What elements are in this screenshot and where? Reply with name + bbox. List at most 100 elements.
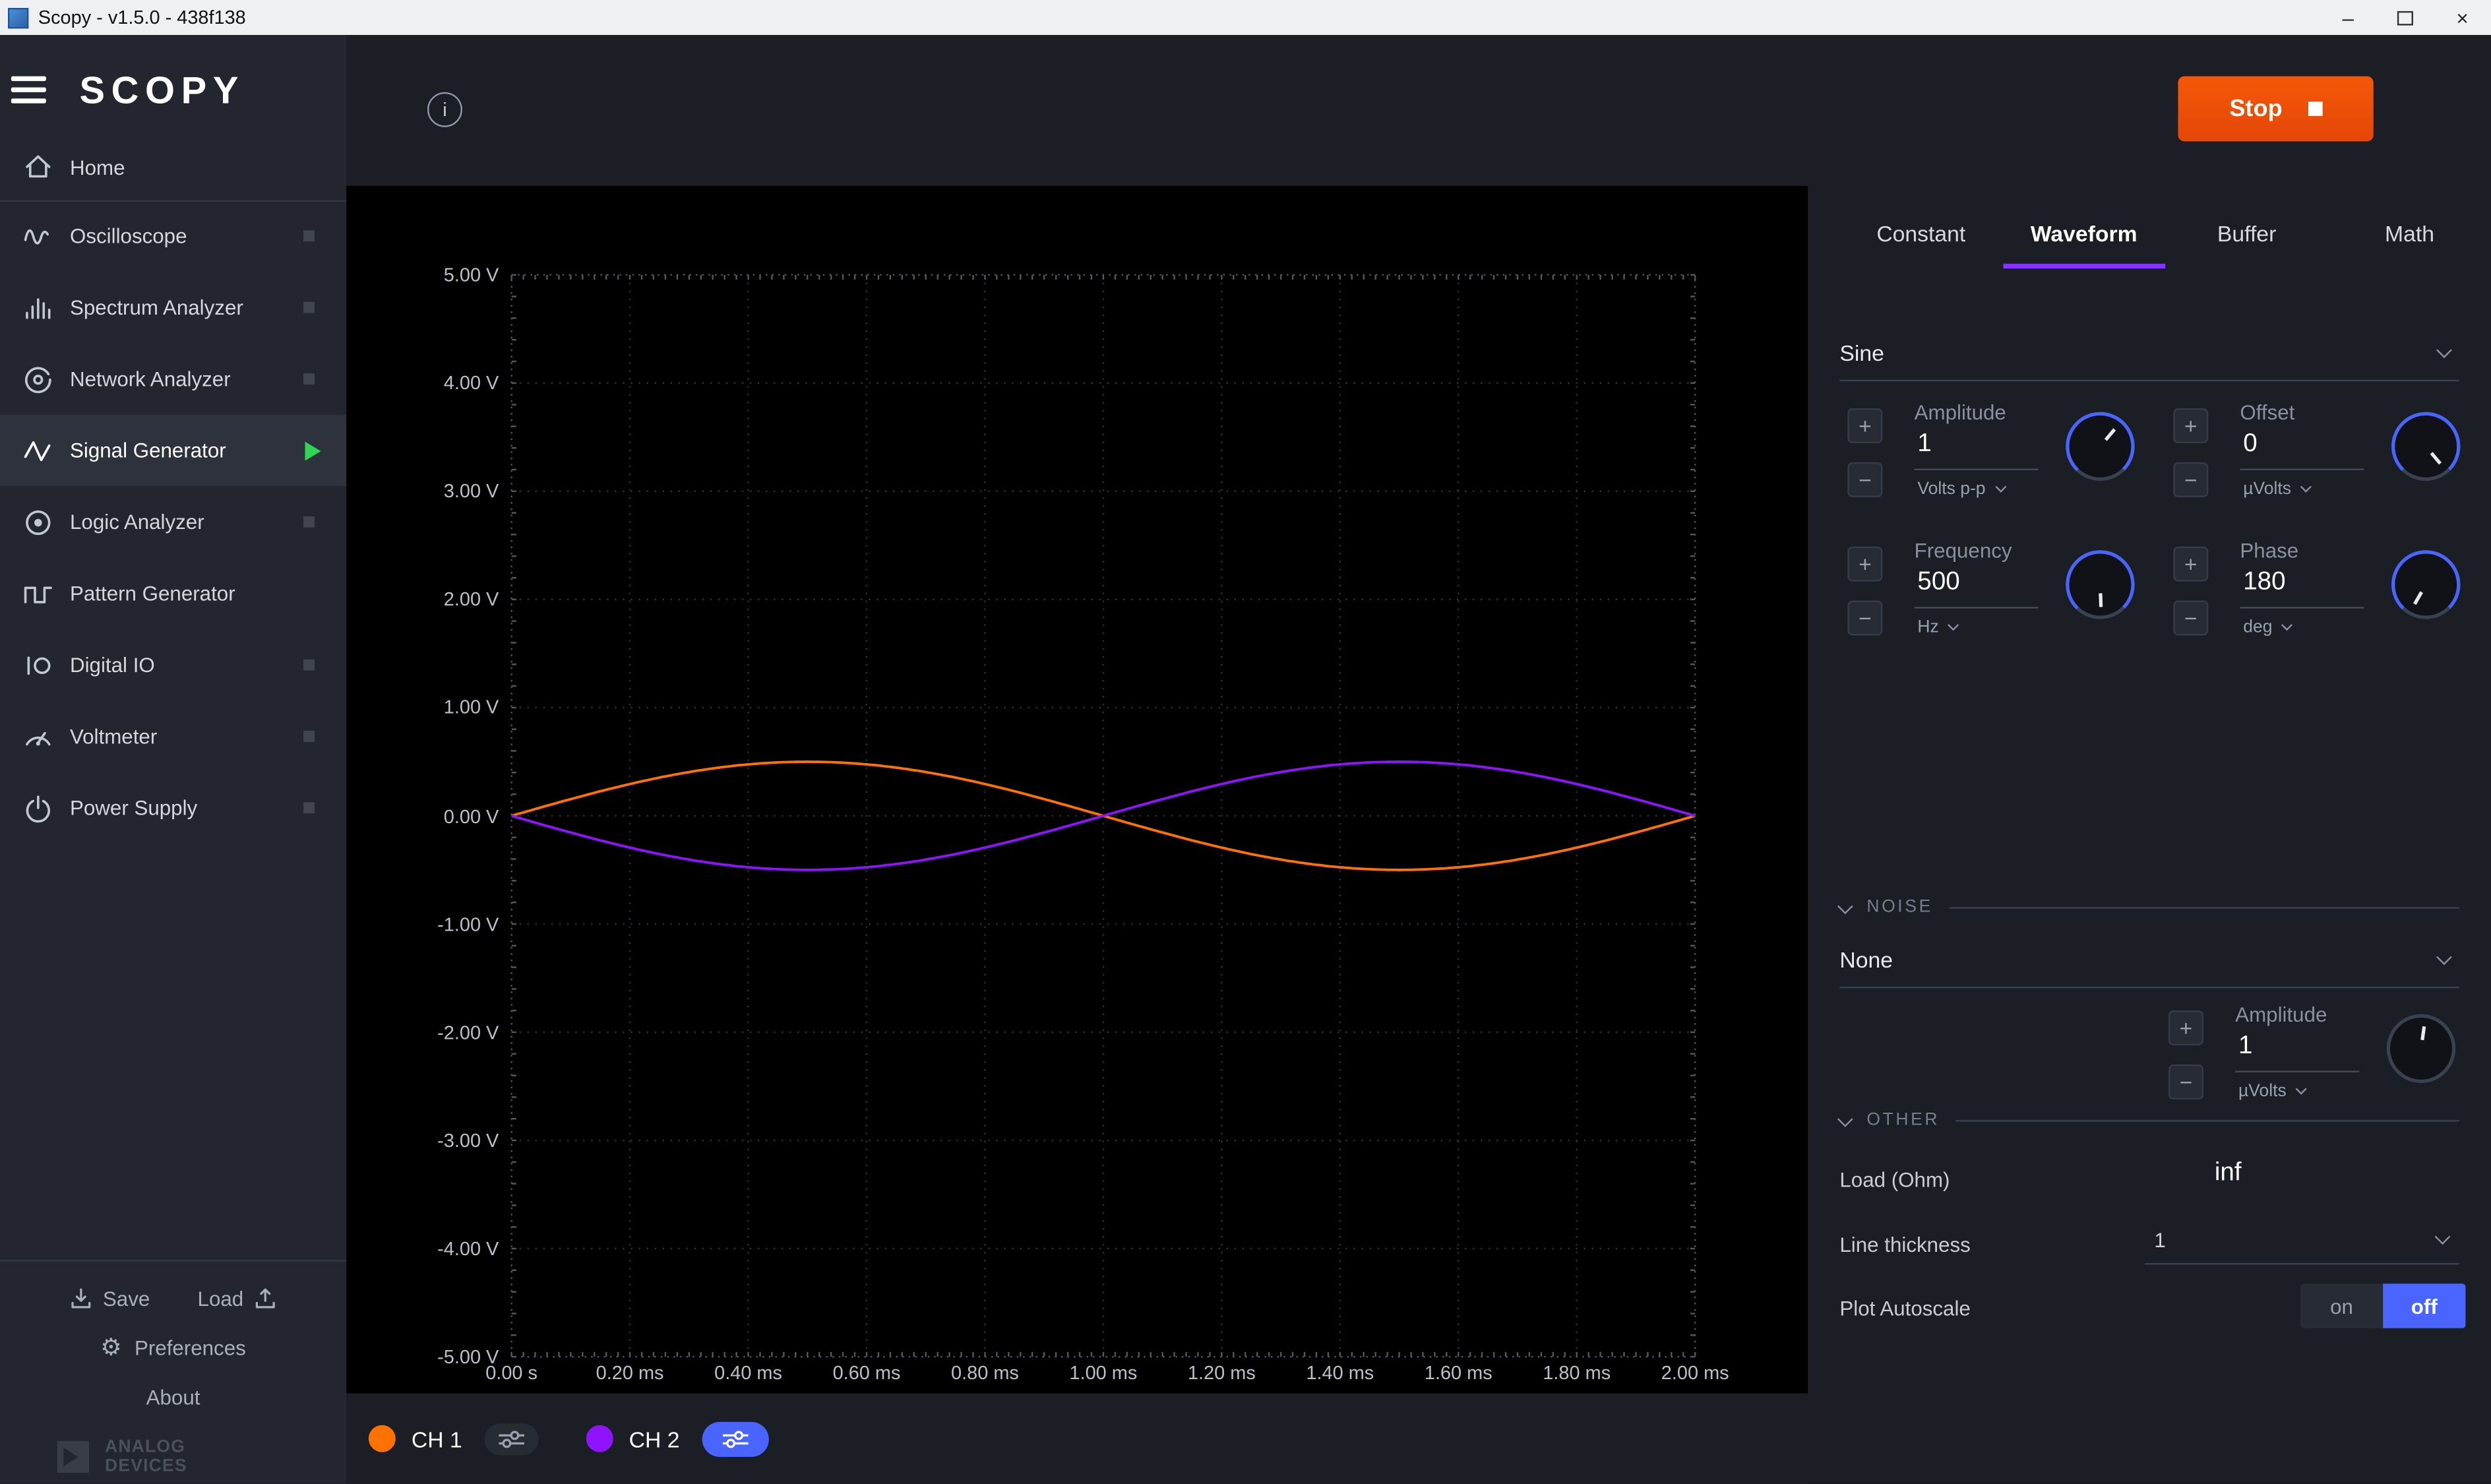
content-area: i Stop 5.00 V4.00 V3.00 V2.00 V1.00 V0.0… [346, 35, 2491, 1484]
sidebar-item-logic-analyzer[interactable]: Logic Analyzer [0, 486, 346, 557]
tab-constant[interactable]: Constant [1839, 221, 2002, 268]
load-label: Load (Ohm) [1839, 1167, 1950, 1191]
amplitude-value[interactable]: 1 [1917, 431, 1931, 459]
maximize-button[interactable] [2377, 0, 2434, 35]
phase-decrement-button[interactable]: − [2173, 601, 2208, 636]
y-axis-label: -1.00 V [369, 913, 499, 935]
scopy-logo: SCOPY [79, 70, 245, 114]
noise-type-select[interactable]: None [1839, 933, 2459, 988]
sidebar-item-signal-generator[interactable]: Signal Generator [0, 415, 346, 486]
offset-increment-button[interactable]: + [2173, 408, 2208, 443]
chevron-down-icon [1837, 1111, 1853, 1127]
phase-unit-select[interactable]: deg [2243, 618, 2291, 637]
phase-value[interactable]: 180 [2243, 569, 2285, 597]
preferences-button[interactable]: ⚙ Preferences [0, 1336, 346, 1360]
logic-analyzer-icon [22, 506, 54, 538]
frequency-value[interactable]: 500 [1917, 569, 1959, 597]
tab-buffer[interactable]: Buffer [2165, 221, 2328, 268]
noise-amplitude-increment-button[interactable]: + [2168, 1010, 2203, 1045]
stopped-indicator [303, 660, 315, 671]
waveform-plot[interactable]: 5.00 V4.00 V3.00 V2.00 V1.00 V0.00 V-1.0… [346, 186, 1808, 1394]
app-icon [8, 7, 28, 28]
x-axis-label: 1.40 ms [1279, 1361, 1400, 1384]
load-label: Load [198, 1286, 244, 1310]
sidebar-item-home[interactable]: Home [0, 133, 346, 200]
phase-increment-button[interactable]: + [2173, 547, 2208, 582]
about-link[interactable]: About [0, 1385, 346, 1409]
noise-amplitude-unit: µVolts [2238, 1082, 2287, 1101]
running-indicator [305, 441, 321, 460]
sidebar-item-power-supply[interactable]: Power Supply [0, 772, 346, 844]
ch2-label[interactable]: CH 2 [629, 1426, 680, 1452]
other-section-header[interactable]: OTHER [1839, 1111, 2459, 1130]
x-axis-label: 1.20 ms [1161, 1361, 1282, 1384]
load-value-field[interactable]: inf [2215, 1159, 2242, 1188]
noise-section-header[interactable]: NOISE [1839, 898, 2459, 917]
noise-amplitude-knob[interactable] [2380, 1007, 2462, 1090]
amplitude-increment-button[interactable]: + [1847, 408, 1882, 443]
tab-math[interactable]: Math [2328, 221, 2491, 268]
section-divider [1949, 906, 2459, 908]
phase-knob[interactable] [2385, 543, 2467, 626]
sidebar-item-label: Voltmeter [70, 724, 157, 748]
noise-amplitude-label: Amplitude [2235, 1003, 2327, 1026]
ch1-label[interactable]: CH 1 [412, 1426, 462, 1452]
offset-value[interactable]: 0 [2243, 431, 2257, 459]
spectrum-analyzer-icon [22, 292, 54, 323]
wave-type-select[interactable]: Sine [1839, 326, 2459, 381]
ch2-color-dot[interactable] [586, 1425, 613, 1452]
stopped-indicator [303, 731, 315, 742]
sidebar-item-digital-io[interactable]: Digital IO [0, 629, 346, 700]
plot-autoscale-toggle: on off [2300, 1283, 2466, 1328]
autoscale-on-button[interactable]: on [2300, 1283, 2383, 1328]
plot-autoscale-label: Plot Autoscale [1839, 1297, 1970, 1320]
ch1-color-dot[interactable] [369, 1425, 396, 1452]
sidebar-item-spectrum-analyzer[interactable]: Spectrum Analyzer [0, 272, 346, 343]
frequency-knob[interactable] [2059, 543, 2141, 626]
noise-amplitude-decrement-button[interactable]: − [2168, 1065, 2203, 1099]
line-thickness-select[interactable]: 1 [2154, 1228, 2165, 1252]
amplitude-unit-select[interactable]: Volts p-p [1917, 479, 2004, 499]
y-axis-label: 5.00 V [369, 264, 499, 286]
y-axis-label: 1.00 V [369, 696, 499, 719]
menu-hamburger-icon[interactable] [11, 77, 49, 105]
stop-button[interactable]: Stop [2178, 77, 2373, 142]
sidebar-footer: Save Load ⚙ Preferences About [0, 1260, 346, 1476]
info-icon[interactable]: i [427, 92, 462, 127]
noise-amplitude-value[interactable]: 1 [2238, 1033, 2252, 1061]
ch2-settings-button[interactable] [702, 1421, 768, 1456]
amplitude-decrement-button[interactable]: − [1847, 462, 1882, 497]
voltmeter-icon [22, 720, 54, 752]
y-axis-label: 2.00 V [369, 588, 499, 611]
minimize-button[interactable]: – [2320, 0, 2377, 35]
value-underline [2235, 1071, 2359, 1072]
sidebar-item-network-analyzer[interactable]: Network Analyzer [0, 343, 346, 414]
amplitude-knob[interactable] [2059, 405, 2141, 487]
sidebar-item-voltmeter[interactable]: Voltmeter [0, 700, 346, 772]
save-button[interactable]: Save [68, 1285, 150, 1311]
sidebar-item-oscilloscope[interactable]: Oscilloscope [0, 201, 346, 272]
noise-amplitude-unit-select[interactable]: µVolts [2238, 1082, 2306, 1101]
offset-decrement-button[interactable]: − [2173, 462, 2208, 497]
frequency-unit-select[interactable]: Hz [1917, 618, 1957, 637]
channel-bar: CH 1 CH 2 [346, 1394, 1808, 1484]
tab-waveform[interactable]: Waveform [2002, 221, 2165, 268]
power-supply-icon [22, 792, 54, 824]
load-button[interactable]: Load [198, 1285, 279, 1311]
titlebar: Scopy - v1.5.0 - 438f138 – × [0, 0, 2491, 35]
amplitude-label: Amplitude [1915, 400, 2006, 424]
chevron-down-icon [1837, 898, 1853, 913]
analog-devices-logo: ANALOG DEVICES [54, 1438, 346, 1476]
autoscale-off-button[interactable]: off [2383, 1283, 2465, 1328]
x-axis-label: 2.00 ms [1635, 1361, 1756, 1384]
offset-knob[interactable] [2385, 405, 2467, 487]
stopped-indicator [303, 373, 315, 385]
sidebar-item-pattern-generator[interactable]: Pattern Generator [0, 557, 346, 629]
close-button[interactable]: × [2434, 0, 2491, 35]
frequency-increment-button[interactable]: + [1847, 547, 1882, 582]
frequency-decrement-button[interactable]: − [1847, 601, 1882, 636]
signal-generator-icon [22, 435, 54, 466]
offset-unit-select[interactable]: µVolts [2243, 479, 2310, 499]
line-thickness-label: Line thickness [1839, 1233, 1970, 1256]
ch1-settings-button[interactable] [484, 1423, 538, 1454]
